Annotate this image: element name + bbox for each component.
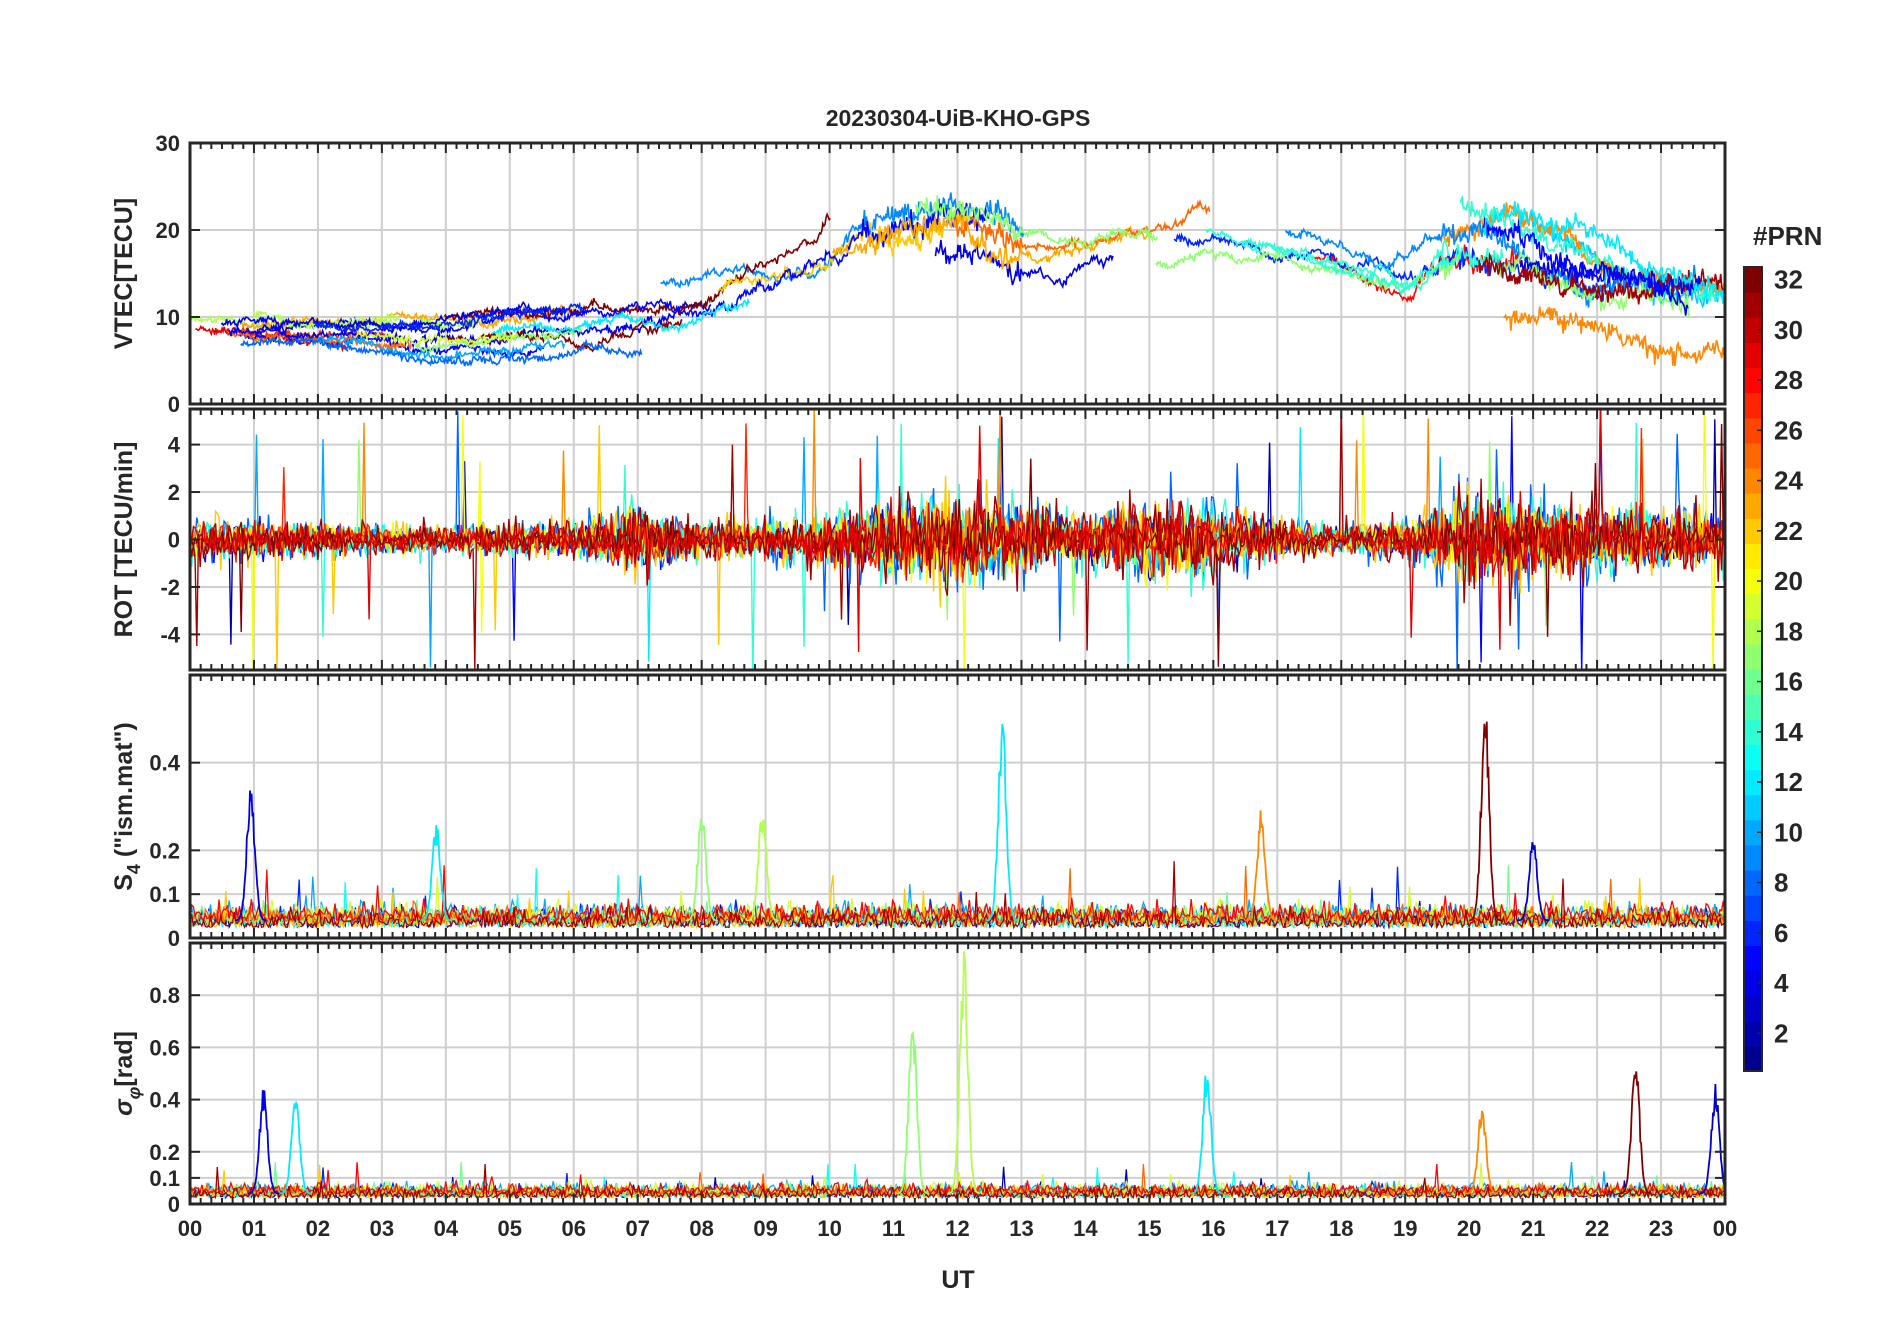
colorbar-segment	[1744, 292, 1762, 318]
y-tick-label: 0	[168, 528, 180, 553]
colorbar-tick-label: 22	[1774, 516, 1803, 546]
colorbar-tick-label: 24	[1774, 466, 1803, 496]
x-tick-label: 21	[1521, 1216, 1545, 1241]
x-tick-label: 08	[689, 1216, 713, 1241]
colorbar-tick-label: 2	[1774, 1018, 1788, 1048]
figure: 20230304-UiB-KHO-GPS 0102030VTEC[TECU]-4…	[110, 105, 1822, 1294]
x-tick-label: 00	[1713, 1216, 1737, 1241]
y-tick-label: -4	[160, 622, 180, 647]
colorbar-segment	[1744, 392, 1762, 419]
x-tick-label: 16	[1201, 1216, 1225, 1241]
colorbar-segment	[1744, 945, 1762, 972]
x-tick-label: 15	[1137, 1216, 1161, 1241]
y-tick-label: 10	[156, 305, 180, 330]
colorbar-segment	[1744, 442, 1762, 469]
x-tick-label: 04	[434, 1216, 459, 1241]
x-tick-label: 19	[1393, 1216, 1417, 1241]
y-tick-label: 0.2	[149, 838, 180, 863]
x-tick-label: 00	[178, 1216, 202, 1241]
x-tick-label: 05	[498, 1216, 522, 1241]
panel-2: -4 -2 0 2 4 ROT [TECU/min]	[110, 407, 1727, 672]
x-tick-label: 20	[1457, 1216, 1481, 1241]
y-tick-label: 0.6	[149, 1035, 180, 1060]
colorbar-segment	[1744, 593, 1762, 620]
x-tick-label: 10	[817, 1216, 841, 1241]
colorbar-tick-label: 18	[1774, 616, 1803, 646]
colorbar-segment	[1744, 1045, 1762, 1072]
colorbar-segment	[1744, 844, 1762, 871]
colorbar-segment	[1744, 794, 1762, 821]
y-tick-label: 0.1	[149, 882, 180, 907]
y-tick-label: 0.8	[149, 983, 180, 1008]
colorbar-tick-label: 20	[1774, 566, 1803, 596]
y-tick-label: 0.4	[149, 1088, 180, 1113]
x-tick-label: 09	[753, 1216, 777, 1241]
y-tick-label: 0.2	[149, 1140, 180, 1165]
x-tick-label: 18	[1329, 1216, 1353, 1241]
y-axis-label: S4 ("ism.mat")	[110, 722, 144, 891]
x-axis-label: UT	[941, 1266, 974, 1294]
y-tick-label: 0	[168, 926, 180, 951]
figure-title: 20230304-UiB-KHO-GPS	[826, 105, 1091, 131]
colorbar-tick-label: 30	[1774, 315, 1803, 345]
x-tick-label: 01	[242, 1216, 266, 1241]
colorbar-segment	[1744, 543, 1762, 570]
y-axis-label: VTEC[TECU]	[110, 198, 138, 349]
y-tick-label: 30	[156, 131, 180, 156]
x-tick-label: 03	[370, 1216, 394, 1241]
x-tick-label: 14	[1073, 1216, 1098, 1241]
y-tick-label: 0.4	[149, 751, 180, 776]
x-tick-label: 22	[1585, 1216, 1609, 1241]
x-tick-label: 11	[882, 1216, 905, 1241]
y-tick-label: 0	[168, 392, 180, 417]
x-tick-label: 13	[1009, 1216, 1033, 1241]
colorbar-segment	[1744, 643, 1762, 670]
y-tick-label: 0.1	[149, 1166, 180, 1191]
colorbar-segment	[1744, 694, 1762, 720]
x-tick-label: 02	[306, 1216, 330, 1241]
colorbar: 2468101214161820222426283032#PRN	[1743, 221, 1822, 1072]
colorbar-tick-label: 8	[1774, 868, 1788, 898]
colorbar-segment	[1744, 493, 1762, 519]
colorbar-tick-label: 6	[1774, 918, 1788, 948]
y-tick-label: 20	[156, 218, 180, 243]
colorbar-segment	[1744, 995, 1762, 1022]
colorbar-tick-label: 28	[1774, 365, 1803, 395]
panel-4: 00.10.2 0.4 0.6 0.8σφ[rad] 00 01 02 03 04 05 06 07 0…	[110, 941, 1737, 1241]
panels: 0102030VTEC[TECU]-4-2024ROT [TECU/min]00…	[110, 131, 1737, 1241]
y-axis-label: σφ[rad]	[110, 1031, 144, 1116]
y-tick-label: -2	[160, 575, 180, 600]
y-axis-label: ROT [TECU/min]	[110, 442, 138, 638]
colorbar-tick-label: 32	[1774, 265, 1803, 295]
panel-3: 0 0.1 0.2 0.4S4 ("ism.mat")	[110, 673, 1727, 951]
y-tick-label: 2	[168, 480, 180, 505]
colorbar-tick-label: 12	[1774, 767, 1803, 797]
x-tick-label: 07	[625, 1216, 649, 1241]
colorbar-segment	[1744, 342, 1762, 369]
panel-1: 0 10 20 30 VTEC[TECU]	[110, 131, 1727, 417]
colorbar-segment	[1744, 744, 1762, 771]
colorbar-tick-label: 4	[1774, 968, 1789, 998]
colorbar-tick-label: 10	[1774, 817, 1803, 847]
colorbar-label: #PRN	[1753, 221, 1822, 251]
colorbar-tick-label: 16	[1774, 667, 1803, 697]
colorbar-segment	[1744, 895, 1762, 921]
x-tick-label: 06	[562, 1216, 586, 1241]
x-tick-label: 12	[945, 1216, 969, 1241]
x-tick-label: 17	[1265, 1216, 1289, 1241]
x-tick-label: 23	[1649, 1216, 1673, 1241]
colorbar-tick-label: 14	[1774, 717, 1803, 747]
y-tick-label: 4	[168, 433, 181, 458]
colorbar-tick-label: 26	[1774, 415, 1803, 445]
y-tick-label: 0	[168, 1192, 180, 1217]
